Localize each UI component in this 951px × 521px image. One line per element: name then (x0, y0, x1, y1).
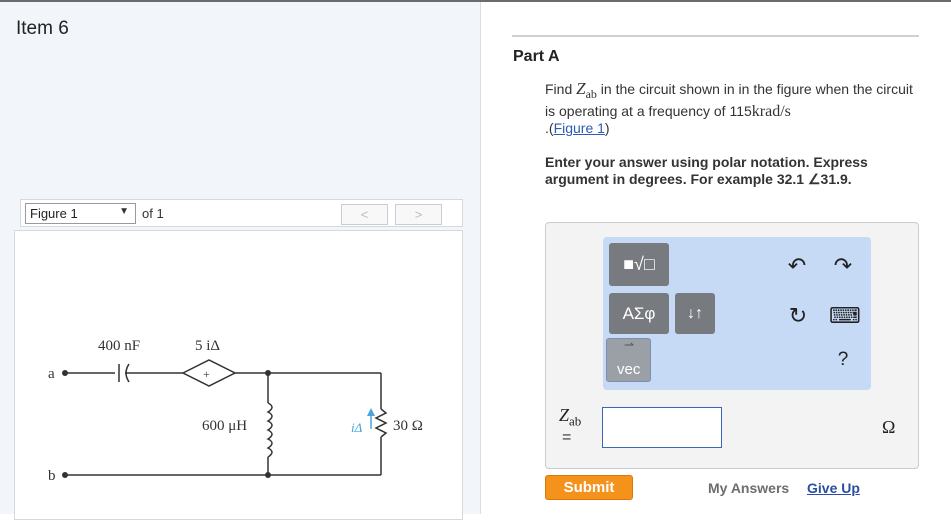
capacitor-label: 400 nF (98, 338, 140, 354)
current-arrow-head (367, 408, 375, 416)
divider (512, 35, 919, 37)
part-title: Part A (513, 48, 560, 65)
node-a-label: a (48, 366, 55, 382)
figure-navigation: Figure 1 ▼ of 1 < > (20, 199, 463, 227)
junction-node (265, 472, 271, 478)
figure-image: 400 nF 5 iΔ + 600 μH 30 Ω iΔ a b (14, 230, 463, 520)
previous-figure-button[interactable]: < (341, 204, 388, 225)
answer-unit: Ω (882, 417, 896, 437)
subscript-superscript-button[interactable]: ↓↑ (675, 293, 715, 334)
inductor (266, 402, 273, 458)
figure-link[interactable]: Figure 1 (554, 120, 605, 136)
equals-sign: = (562, 429, 572, 446)
figure-count: of 1 (142, 206, 164, 221)
answer-variable-label: Zab (559, 405, 582, 429)
current-label: iΔ (351, 420, 363, 435)
question-text: Find Zab in the circuit shown in in the … (545, 79, 913, 136)
answer-input[interactable] (602, 407, 722, 448)
figure-select[interactable]: Figure 1 ▼ (25, 203, 136, 224)
figure-pane: Item 6 Figure 1 ▼ of 1 < > 400 nF 5 iΔ +… (0, 2, 481, 520)
terminal-a (62, 370, 68, 376)
terminal-b (62, 472, 68, 478)
junction-node (265, 370, 271, 376)
resistor-label: 30 Ω (393, 418, 423, 434)
greek-symbols-button[interactable]: ΑΣφ (609, 293, 669, 334)
node-b-label: b (48, 468, 56, 484)
figure-select-value: Figure 1 (30, 206, 78, 221)
next-figure-button[interactable]: > (395, 204, 442, 225)
math-toolbar: ■√□ ΑΣφ ↓↑ ⇀ vec ↶ ↷ ↻ ⌨ ? (603, 237, 871, 390)
chevron-down-icon: ▼ (119, 206, 129, 217)
answer-instructions: Enter your answer using polar notation. … (545, 154, 868, 187)
submit-button[interactable]: Submit (545, 475, 633, 500)
question-pane: Part A Find Zab in the circuit shown in … (482, 2, 951, 514)
templates-button[interactable]: ■√□ (609, 243, 669, 286)
source-label: 5 iΔ (195, 338, 220, 354)
my-answers-link[interactable]: My Answers (708, 480, 789, 496)
source-sign: + (203, 367, 210, 381)
undo-icon[interactable]: ↶ (783, 253, 811, 279)
inductor-label: 600 μH (202, 418, 247, 434)
answer-area: ■√□ ΑΣφ ↓↑ ⇀ vec ↶ ↷ ↻ ⌨ ? Zab = Ω (545, 222, 919, 469)
give-up-link[interactable]: Give Up (807, 480, 860, 496)
help-button[interactable]: ? (829, 349, 857, 371)
item-title: Item 6 (16, 18, 69, 39)
keyboard-icon[interactable]: ⌨ (829, 303, 861, 329)
circuit-diagram: 400 nF 5 iΔ + 600 μH 30 Ω iΔ a b (48, 338, 423, 484)
reset-icon[interactable]: ↻ (784, 303, 812, 329)
vector-accent-icon: ⇀ (624, 338, 635, 352)
resistor (374, 408, 388, 438)
vector-button[interactable]: ⇀ vec (606, 338, 651, 382)
redo-icon[interactable]: ↷ (829, 253, 857, 279)
vector-label: vec (617, 361, 641, 378)
